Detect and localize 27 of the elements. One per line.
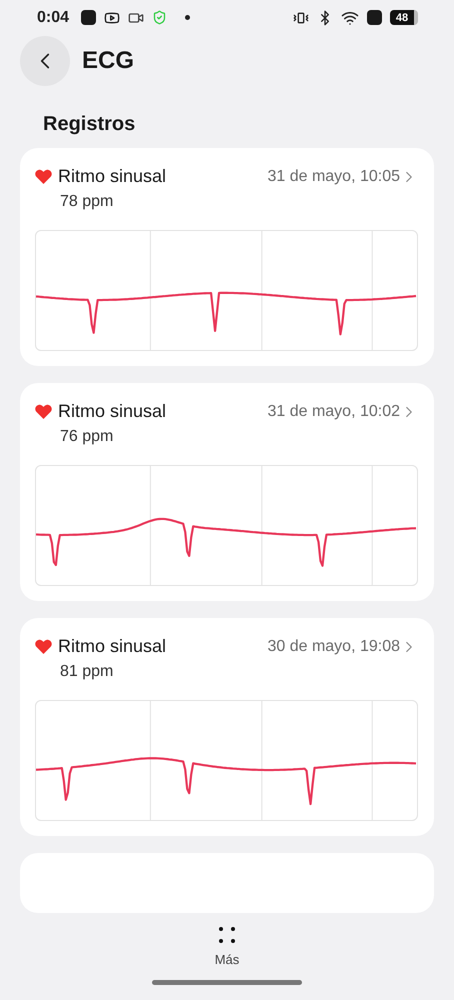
battery-level: 48 — [390, 10, 418, 25]
record-card[interactable]: Ritmo sinusal 31 de mayo, 10:02 76 ppm — [20, 383, 434, 601]
record-card[interactable]: Ritmo sinusal 31 de mayo, 10:05 78 ppm — [20, 148, 434, 366]
page-title: ECG — [82, 47, 134, 75]
video-app-icon — [104, 10, 120, 26]
heart-rate: 78 ppm — [60, 193, 114, 211]
rhythm-label: Ritmo sinusal — [58, 401, 168, 422]
status-time: 0:04 — [37, 8, 70, 26]
rhythm-label: Ritmo sinusal — [58, 166, 168, 187]
shield-icon — [152, 10, 168, 25]
heart-icon — [35, 169, 52, 184]
heart-rate: 81 ppm — [60, 663, 114, 681]
record-date: 31 de mayo, 10:02 — [267, 402, 400, 420]
app-icon — [81, 10, 96, 25]
record-date: 31 de mayo, 10:05 — [267, 168, 400, 186]
more-button[interactable]: Más — [214, 926, 240, 967]
heart-rate: 76 ppm — [60, 428, 114, 446]
more-icon — [218, 926, 236, 944]
record-date: 30 de mayo, 19:08 — [267, 638, 400, 656]
vibrate-icon — [293, 10, 309, 26]
record-card[interactable]: Ritmo sinusal 30 de mayo, 19:08 81 ppm — [20, 618, 434, 836]
section-title: Registros — [42, 112, 136, 137]
back-button[interactable] — [20, 36, 70, 86]
notification-dot — [185, 15, 190, 20]
heart-icon — [35, 404, 52, 419]
heart-icon — [35, 639, 52, 654]
rhythm-label: Ritmo sinusal — [58, 636, 168, 657]
